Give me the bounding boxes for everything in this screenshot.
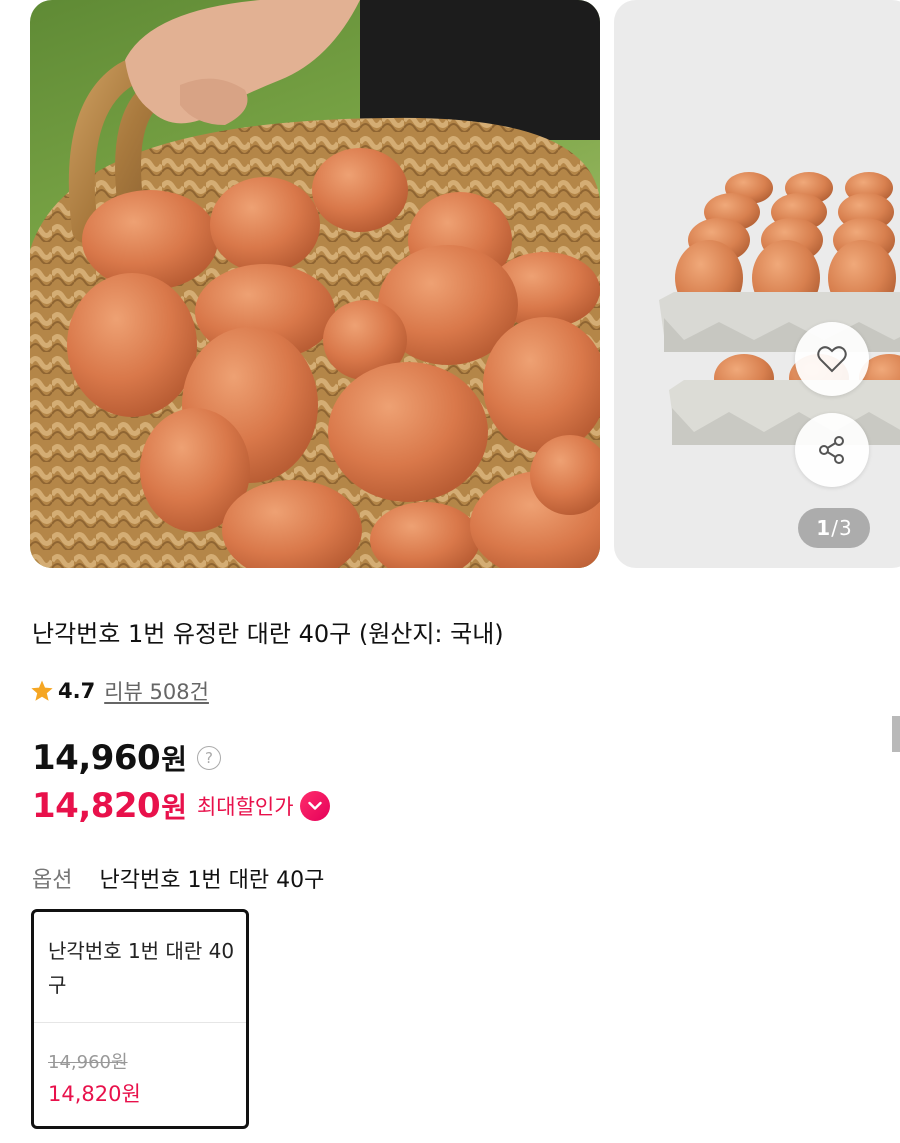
price-row: 14,960 원 ? [32,738,221,778]
product-image-basket-eggs[interactable] [30,0,600,568]
sale-price-row: 14,820 원 최대할인가 [32,786,330,826]
product-image-egg-trays[interactable] [614,0,900,568]
option-selected-value: 난각번호 1번 대란 40구 [99,868,325,893]
question-icon[interactable]: ? [196,746,221,770]
share-button[interactable] [795,413,869,487]
max-discount-label[interactable]: 최대할인가 [197,791,294,821]
share-icon [819,436,844,464]
like-button[interactable] [795,322,869,396]
option-card-sale-price: 14,820원 [48,1082,141,1106]
price-value: 14,960 [32,738,161,778]
egg-trays-illustration [659,172,900,445]
image-counter: 1 / 3 [798,508,870,548]
scroll-handle[interactable] [892,716,900,752]
rating-row: 4.7 리뷰 508건 [30,676,209,706]
option-label: 옵션 [32,868,73,893]
discount-expand-button[interactable] [299,791,330,821]
image-counter-total: 3 [838,516,852,540]
option-row: 옵션 난각번호 1번 대란 40구 [32,862,324,894]
star-icon [31,680,53,701]
option-card-original-price: 14,960원 [48,1052,128,1073]
sale-price-value: 14,820 [32,786,161,826]
price-currency: 원 [161,743,187,776]
chevron-down-icon [307,801,322,810]
product-title: 난각번호 1번 유정란 대란 40구 (원산지: 국내) [32,620,504,648]
heart-outline-icon [817,346,847,373]
option-card-name: 난각번호 1번 대란 40구 [48,939,235,997]
review-count-link[interactable]: 리뷰 508건 [104,676,209,706]
sale-price-currency: 원 [161,791,187,824]
option-card-divider [34,1022,246,1023]
rating-value: 4.7 [58,679,96,703]
image-counter-current: 1 [816,516,831,540]
product-image-carousel[interactable]: 1 / 3 [0,0,900,570]
option-card-selected[interactable]: 난각번호 1번 대란 40구 14,960원 14,820원 [31,909,249,1129]
basket-eggs-illustration [30,0,600,568]
image-counter-separator: / [831,516,838,540]
